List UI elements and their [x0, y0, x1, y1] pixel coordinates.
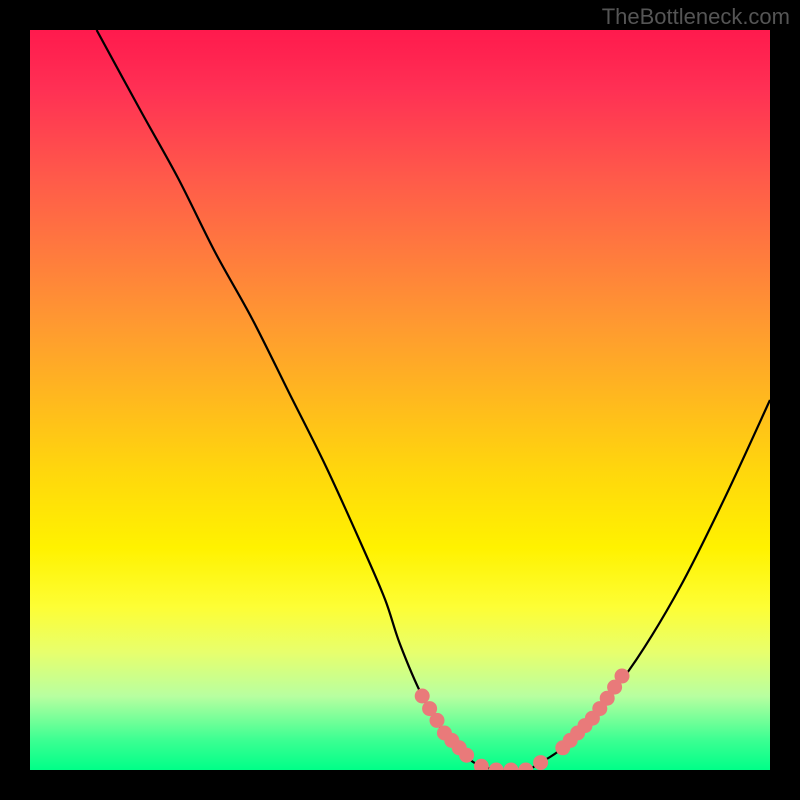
marker-dot — [459, 748, 474, 763]
marker-dot — [533, 755, 548, 770]
marker-dot — [518, 763, 533, 771]
marker-dot — [474, 759, 489, 770]
chart-container: TheBottleneck.com — [0, 0, 800, 800]
watermark-text: TheBottleneck.com — [602, 4, 790, 30]
marker-dot — [415, 689, 430, 704]
marker-dots — [415, 669, 630, 770]
marker-dot — [504, 763, 519, 771]
plot-area — [30, 30, 770, 770]
marker-dot — [430, 713, 445, 728]
marker-dot — [489, 763, 504, 771]
chart-svg — [30, 30, 770, 770]
marker-dot — [615, 669, 630, 684]
bottleneck-curve — [97, 30, 770, 770]
